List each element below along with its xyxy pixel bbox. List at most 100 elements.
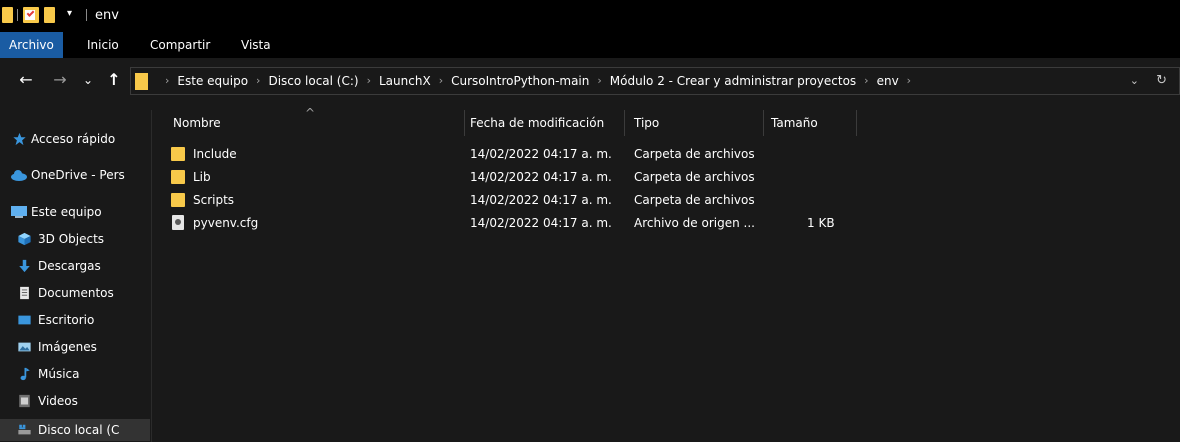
sidebar-item-label: Disco local (C xyxy=(38,423,120,437)
sidebar-item-descargas[interactable]: Descargas xyxy=(0,255,150,277)
recent-locations-icon[interactable]: ⌄ xyxy=(80,68,96,92)
sidebar-item-disco-local[interactable]: Disco local (C xyxy=(0,419,150,441)
drive-icon xyxy=(18,424,31,435)
address-dropdown-icon[interactable]: ⌄ xyxy=(1130,68,1139,94)
column-divider[interactable] xyxy=(763,110,764,136)
breadcrumb-cursointropython-main[interactable]: CursoIntroPython-main xyxy=(445,68,595,94)
sidebar-item-3d-objects[interactable]: 3D Objects xyxy=(0,228,150,250)
column-divider[interactable] xyxy=(856,110,857,136)
breadcrumb-separator[interactable]: › xyxy=(365,68,373,94)
computer-icon xyxy=(11,206,27,218)
new-folder-icon[interactable] xyxy=(44,7,55,23)
video-icon xyxy=(19,394,30,408)
breadcrumb-disco-local[interactable]: Disco local (C:) xyxy=(262,68,364,94)
file-list: Nombre ^ Fecha de modificación Tipo Tama… xyxy=(153,106,1180,442)
sidebar-item-label: Música xyxy=(38,367,80,381)
folder-icon[interactable] xyxy=(2,7,13,23)
column-header-modified[interactable]: Fecha de modificación xyxy=(470,110,604,136)
file-type: Archivo de origen ... xyxy=(634,216,755,230)
sidebar-item-label: Videos xyxy=(38,394,78,408)
file-row-include[interactable]: Include 14/02/2022 04:17 a. m. Carpeta d… xyxy=(171,143,811,165)
file-name: Scripts xyxy=(193,193,235,207)
sidebar-item-label: Documentos xyxy=(38,286,114,300)
breadcrumb-launchx[interactable]: LaunchX xyxy=(373,68,437,94)
sidebar-item-label: OneDrive - Pers xyxy=(31,168,125,182)
tab-vista[interactable]: Vista xyxy=(232,32,280,58)
file-modified: 14/02/2022 04:17 a. m. xyxy=(470,170,612,184)
sidebar-item-acceso-rapido[interactable]: Acceso rápido xyxy=(0,128,150,150)
breadcrumb-separator[interactable]: › xyxy=(905,68,913,94)
address-bar[interactable]: › Este equipo › Disco local (C:) › Launc… xyxy=(130,67,1180,95)
document-icon xyxy=(20,286,29,300)
desktop-icon xyxy=(18,315,31,325)
sidebar-item-escritorio[interactable]: Escritorio xyxy=(0,309,150,331)
forward-arrow-icon[interactable]: → xyxy=(50,68,70,92)
navigation-bar: ← → ⌄ ↑ › Este equipo › Disco local (C:)… xyxy=(0,58,1180,110)
breadcrumb-separator[interactable]: › xyxy=(595,68,603,94)
file-name: Lib xyxy=(193,170,211,184)
cloud-icon xyxy=(11,170,27,181)
tab-archivo[interactable]: Archivo xyxy=(0,32,63,58)
sidebar-item-imagenes[interactable]: Imágenes xyxy=(0,336,150,358)
file-row-lib[interactable]: Lib 14/02/2022 04:17 a. m. Carpeta de ar… xyxy=(171,166,811,188)
breadcrumb-separator[interactable]: › xyxy=(254,68,262,94)
folder-icon xyxy=(135,73,148,90)
folder-icon xyxy=(171,193,185,207)
sort-ascending-icon: ^ xyxy=(305,106,316,120)
file-modified: 14/02/2022 04:17 a. m. xyxy=(470,147,612,161)
file-row-scripts[interactable]: Scripts 14/02/2022 04:17 a. m. Carpeta d… xyxy=(171,189,811,211)
folder-icon xyxy=(171,147,185,161)
column-divider[interactable] xyxy=(464,110,465,136)
file-size: 1 KB xyxy=(807,216,835,230)
star-icon xyxy=(13,132,26,146)
sidebar-item-label: Acceso rápido xyxy=(31,132,116,146)
file-modified: 14/02/2022 04:17 a. m. xyxy=(470,216,612,230)
column-header-name[interactable]: Nombre xyxy=(173,110,221,136)
file-name: pyvenv.cfg xyxy=(193,216,259,230)
config-file-icon xyxy=(172,215,184,230)
file-row-pyvenv-cfg[interactable]: pyvenv.cfg 14/02/2022 04:17 a. m. Archiv… xyxy=(171,212,835,234)
sidebar-item-onedrive[interactable]: OneDrive - Pers xyxy=(0,164,150,186)
breadcrumb-env[interactable]: env xyxy=(871,68,905,94)
sidebar-item-label: Imágenes xyxy=(38,340,97,354)
sidebar-item-documentos[interactable]: Documentos xyxy=(0,282,150,304)
ribbon-tabs: Archivo Inicio Compartir Vista xyxy=(0,32,1180,58)
breadcrumb: › Este equipo › Disco local (C:) › Launc… xyxy=(163,68,913,94)
sidebar-item-label: 3D Objects xyxy=(38,232,105,246)
refresh-icon[interactable]: ↻ xyxy=(1156,68,1167,94)
file-type: Carpeta de archivos xyxy=(634,193,755,207)
navigation-pane: Acceso rápido OneDrive - Pers Este equip… xyxy=(0,110,152,442)
sidebar-item-videos[interactable]: Videos xyxy=(0,390,150,412)
sidebar-item-label: Escritorio xyxy=(38,313,95,327)
separator xyxy=(17,9,18,21)
music-icon xyxy=(20,367,30,381)
pictures-icon xyxy=(18,342,31,352)
sidebar-item-label: Este equipo xyxy=(31,205,102,219)
breadcrumb-modulo-2[interactable]: Módulo 2 - Crear y administrar proyectos xyxy=(604,68,862,94)
tab-compartir[interactable]: Compartir xyxy=(141,32,219,58)
sidebar-item-label: Descargas xyxy=(38,259,101,273)
column-header-type[interactable]: Tipo xyxy=(634,110,659,136)
tab-inicio[interactable]: Inicio xyxy=(78,32,128,58)
file-name: Include xyxy=(193,147,237,161)
column-header-size[interactable]: Tamaño xyxy=(771,110,818,136)
breadcrumb-separator[interactable]: › xyxy=(862,68,870,94)
back-arrow-icon[interactable]: ← xyxy=(16,68,36,92)
separator xyxy=(86,9,87,21)
up-arrow-icon[interactable]: ↑ xyxy=(104,68,124,92)
column-divider[interactable] xyxy=(624,110,625,136)
properties-icon[interactable] xyxy=(23,7,39,23)
download-icon xyxy=(19,259,30,273)
file-type: Carpeta de archivos xyxy=(634,147,755,161)
cube-icon xyxy=(18,232,31,246)
file-type: Carpeta de archivos xyxy=(634,170,755,184)
breadcrumb-este-equipo[interactable]: Este equipo xyxy=(171,68,254,94)
sidebar-item-este-equipo[interactable]: Este equipo xyxy=(0,201,150,223)
file-modified: 14/02/2022 04:17 a. m. xyxy=(470,193,612,207)
folder-icon xyxy=(171,170,185,184)
sidebar-item-musica[interactable]: Música xyxy=(0,363,150,385)
quick-access-dropdown-icon[interactable]: ▾ xyxy=(67,8,72,19)
breadcrumb-separator[interactable]: › xyxy=(163,68,171,94)
title-bar: ▾ env xyxy=(0,0,1180,32)
breadcrumb-separator[interactable]: › xyxy=(437,68,445,94)
